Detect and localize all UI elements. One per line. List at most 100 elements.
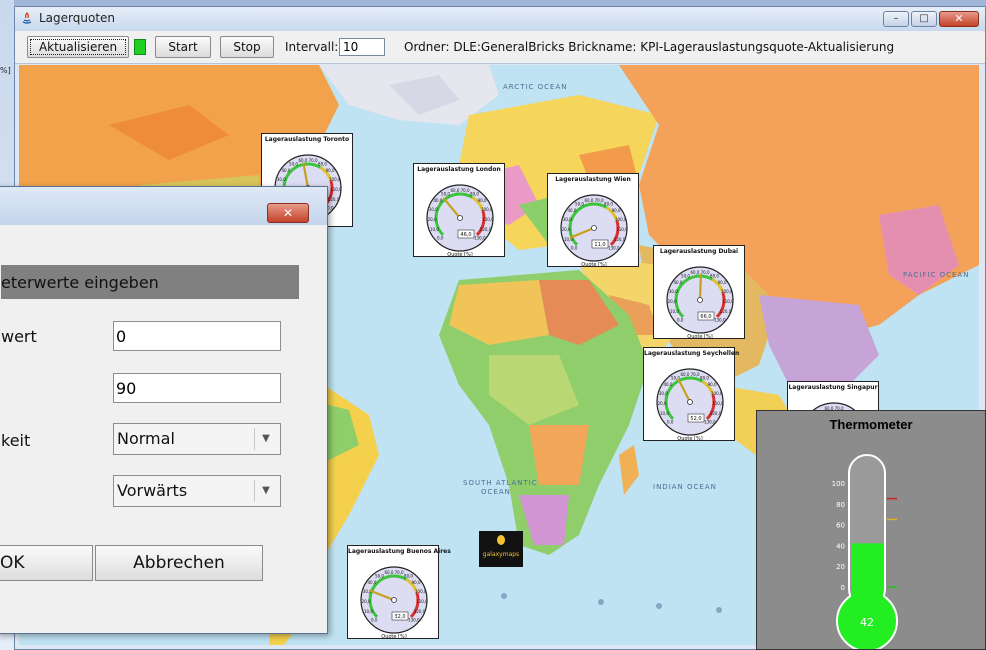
gauge-tick-label: 60,0 [680,372,689,377]
start-button[interactable]: Start [155,36,211,58]
gauge-tick-label: 10,0 [430,227,439,232]
gauge-tick-label: 20,0 [428,217,437,222]
refresh-button[interactable]: Aktualisieren [27,36,129,58]
dialog-close-button[interactable]: ✕ [267,203,309,223]
gauge-tick-label: 100,0 [721,289,733,294]
gauge-panel[interactable]: Lagerauslastung Seychellen 0,0 10,0 20,0 30,… [643,347,739,442]
gauge-tick-label: 0,0 [571,245,578,250]
start-value-input[interactable] [113,321,281,351]
gauge-tick-label: 40,0 [568,208,577,213]
folder-info: Ordner: DLE:GeneralBricks Brickname: KPI… [404,40,895,54]
gauge-tick-label: 110,0 [482,217,494,222]
gauge-tick-label: 60,0 [690,270,699,275]
gauge-tick-label: 50,0 [441,192,450,197]
gauge-tick-label: 120,0 [480,227,492,232]
gauge-tick-label: 120,0 [720,309,732,314]
gauge-dial: 0,010,020,030,040,050,060,070,080,090,01… [360,566,428,640]
speed-select[interactable]: Normal ▼ [113,423,281,455]
minimize-icon: – [893,13,899,24]
gauge-tick-label: 100,0 [329,177,341,182]
direction-select[interactable]: Vorwärts ▼ [113,475,281,507]
ok-button[interactable]: OK [0,545,93,581]
window-titlebar[interactable]: Lagerquoten – □ ✕ [15,7,985,32]
gauge-tick-label: 100,0 [711,391,723,396]
window-controls: – □ ✕ [883,11,979,27]
interval-input[interactable] [339,38,385,56]
gauge-unit-label: Quote [%] [581,262,606,268]
gauge-tick-label: 130,0 [474,235,486,240]
java-app-icon [22,12,32,24]
gauge-tick-label: 50,0 [375,574,384,579]
gauge-tick-label: 80,0 [470,192,479,197]
gauge-tick-label: 0,0 [371,617,378,622]
chevron-down-icon: ▼ [254,428,277,450]
logo-emblem [497,535,505,545]
gauge-tick-label: 100,0 [615,217,627,222]
gauge-dial: 0,010,020,030,040,050,060,070,080,090,01… [426,184,494,258]
gauge-tick-label: 80,0 [700,376,709,381]
gauge-tick-label: 70,0 [595,198,604,203]
gauge-tick-label: 0,0 [667,419,674,424]
gauge-tick-label: 10,0 [364,609,373,614]
window-title: Lagerquoten [39,11,116,25]
gauge-tick-label: 20,0 [658,401,667,406]
gauge-tick-label: 10,0 [670,309,679,314]
gauge-dial: 0,010,020,030,040,050,060,070,080,090,01… [656,368,724,442]
gauge-tick-label: 110,0 [712,401,724,406]
ocean-label: PACIFIC OCEAN [903,271,970,279]
gauge-tick-label: 30,0 [429,207,438,212]
gauge-tick-label: 30,0 [563,217,572,222]
gauge-tick-label: 110,0 [416,599,428,604]
gauge-panel[interactable]: Lagerauslastung Buenos Aires 0,0 10,0 20,0 3… [347,545,451,640]
gauge-tick-label: 90,0 [478,198,487,203]
cancel-button[interactable]: Abbrechen [95,545,263,581]
stop-button[interactable]: Stop [220,36,274,58]
thermometer-scale-label: 0 [841,584,845,592]
gauge-tick-label: 0,0 [677,317,684,322]
gauge-tick-label: 90,0 [612,208,621,213]
gauge-tick-label: 130,0 [704,419,716,424]
galaxymaps-logo: galaxymaps [479,531,523,567]
status-indicator [134,39,146,55]
gauge-panel[interactable]: Lagerauslastung Dubai 0,0 10,0 20,0 30,0 40,0… [653,245,745,340]
thermometer-scale-label: 80 [836,501,845,509]
gauge-tick-label: 10,0 [660,411,669,416]
gauge-panel[interactable]: Lagerauslastung London 0,0 10,0 20,0 30,0 40,… [413,163,505,258]
gauge-tick-label: 20,0 [562,227,571,232]
gauge-tick-label: 80,0 [604,202,613,207]
second-value-input[interactable] [113,373,281,403]
gauge-tick-label: 30,0 [669,289,678,294]
thermometer-graphic: 100 80 60 40 20 0 42 [832,454,898,649]
gauge-tick-label: 70,0 [395,570,404,575]
ocean-label: INDIAN OCEAN [653,483,717,491]
gauge-tick-label: 130,0 [408,617,420,622]
gauge-tick-label: 40,0 [664,382,673,387]
gauge-tick-label: 130,0 [714,317,726,322]
gauge-value: 52,0 [690,416,701,422]
minimize-button[interactable]: – [883,11,909,27]
gauge-dial: 0,010,020,030,040,050,060,070,080,090,01… [560,194,628,268]
gauge-hub [391,597,397,603]
gauge-unit-label: Quote [%] [677,436,702,442]
thermometer-scale-label: 40 [836,542,845,550]
speed-select-value: Normal [117,429,175,448]
gauge-value: 66,0 [700,314,711,320]
toolbar: Aktualisieren Start Stop Intervall: Ordn… [15,31,985,64]
gauge-tick-label: 60,0 [298,158,307,163]
maximize-button[interactable]: □ [911,11,937,27]
gauge-tick-label: 50,0 [289,162,298,167]
gauge-tick-label: 20,0 [362,599,371,604]
background-window-fragment: %] [0,66,11,75]
gauge-tick-label: 90,0 [708,382,717,387]
gauge-tick-label: 60,0 [584,198,593,203]
gauge-tick-label: 90,0 [412,580,421,585]
dialog-header: eterwerte eingeben [1,265,299,299]
gauge-panel[interactable]: Lagerauslastung Wien 0,0 10,0 20,0 30,0 40,0 5… [547,173,639,268]
gauge-tick-label: 90,0 [718,280,727,285]
gauge-tick-label: 120,0 [710,411,722,416]
chevron-down-icon: ▼ [254,480,277,502]
field-label-start-value: wert [1,327,37,346]
gauge-value: 11,0 [594,242,605,248]
close-button[interactable]: ✕ [939,11,979,27]
gauge-dial: 0,010,020,030,040,050,060,070,080,090,01… [666,266,734,340]
